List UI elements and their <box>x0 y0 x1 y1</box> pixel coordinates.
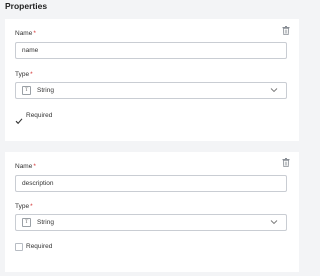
required-checkbox-label: Required <box>26 112 53 119</box>
type-select[interactable]: T String <box>15 214 287 231</box>
required-asterisk: * <box>30 71 33 78</box>
type-select[interactable]: T String <box>15 82 287 99</box>
type-label: Type* <box>15 71 33 78</box>
required-asterisk: * <box>30 203 33 210</box>
name-label: Name* <box>15 163 36 170</box>
text-type-icon: T <box>22 218 31 227</box>
property-card: Name* name Type* T String Required <box>5 19 299 141</box>
checkmark-icon <box>15 118 23 125</box>
trash-icon[interactable] <box>282 26 290 35</box>
property-card: Name* description Type* T String Require… <box>5 152 299 272</box>
required-asterisk: * <box>33 163 36 170</box>
type-label: Type* <box>15 203 33 210</box>
trash-icon[interactable] <box>282 158 290 167</box>
section-title: Properties <box>5 1 48 11</box>
type-select-value: String <box>37 219 54 226</box>
required-checkbox[interactable] <box>15 243 23 251</box>
chevron-down-icon <box>270 88 278 93</box>
required-checkbox[interactable] <box>15 112 23 125</box>
description-input[interactable]: description <box>15 175 287 192</box>
required-asterisk: * <box>33 30 36 37</box>
text-type-icon: T <box>22 86 31 95</box>
chevron-down-icon <box>270 220 278 225</box>
name-input[interactable]: name <box>15 42 287 59</box>
required-checkbox-label: Required <box>26 243 53 250</box>
type-select-value: String <box>37 87 54 94</box>
name-label: Name* <box>15 30 36 37</box>
